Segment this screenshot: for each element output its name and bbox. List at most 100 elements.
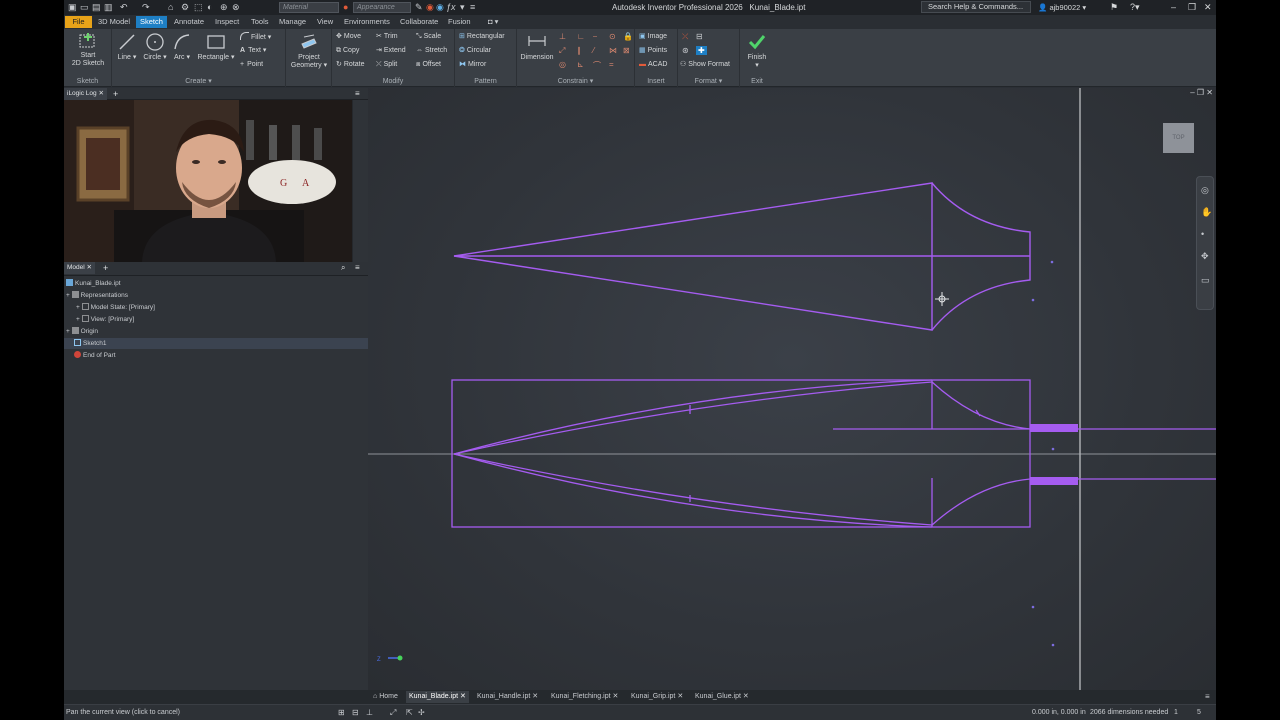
appearance-icon[interactable]: ● [343, 2, 348, 12]
parallel-icon[interactable]: ∥ [577, 46, 581, 55]
zoom-icon[interactable]: • [1201, 229, 1204, 239]
tab-tools[interactable]: Tools [247, 16, 273, 28]
update-icon[interactable]: ⚙ [181, 2, 189, 13]
graphics-window[interactable]: Z – ❐ ✕ TOP ◎ ✋ • ✥ ▭ [368, 88, 1216, 690]
sketch-canvas[interactable]: Z [368, 88, 1216, 690]
cancel-icon[interactable]: ⊗ [232, 2, 240, 13]
center-point-icon[interactable]: ⊛ [682, 46, 689, 55]
add-tab-icon[interactable]: + [110, 88, 121, 100]
tab-file[interactable]: File [65, 16, 92, 28]
tab-environments[interactable]: Environments [340, 16, 394, 28]
image-button[interactable]: ▣ Image [639, 32, 667, 42]
move-button[interactable]: ✥ Move [336, 32, 361, 42]
tree-item-end-of-part[interactable]: End of Part [64, 350, 368, 361]
stretch-button[interactable]: ⇔ Stretch [416, 46, 447, 56]
clear-override-icon[interactable]: ✎ [415, 2, 423, 13]
tree-item-sketch1[interactable]: Sketch1 [64, 338, 368, 349]
doc-tab-kunai-fletching[interactable]: Kunai_Fletching.ipt ✕ [548, 691, 621, 703]
point-button[interactable]: + Point [240, 60, 263, 70]
close-icon[interactable]: ✕ [1204, 2, 1212, 13]
tab-3d-model[interactable]: 3D Model [94, 16, 134, 28]
trim-button[interactable]: ✂ Trim [376, 32, 398, 42]
dimension-button[interactable]: Dimension [519, 32, 555, 62]
finish-sketch-button[interactable]: Finish ▾ [744, 32, 770, 70]
split-button[interactable]: ⤫ Split [376, 60, 397, 70]
restore-icon[interactable]: ❐ [1188, 2, 1196, 13]
close-icon[interactable]: ✕ [613, 693, 619, 700]
horizontal-icon[interactable]: ⎯ [593, 32, 597, 42]
perpendicular-icon[interactable]: ⊾ [577, 60, 584, 69]
add-tab-icon[interactable]: + [100, 262, 111, 274]
tangent-icon[interactable]: ⌒ [593, 60, 601, 71]
driven-dimension-icon[interactable]: ✚ [696, 46, 707, 55]
adjust-icon[interactable]: ◉ [426, 2, 434, 13]
fix-icon[interactable]: ∟ [577, 32, 585, 41]
circle-button[interactable]: Circle ▾ [142, 32, 168, 62]
open-icon[interactable]: ▤ [92, 2, 101, 13]
status-pin-icon[interactable]: ✢ [418, 708, 425, 717]
extend-button[interactable]: ⇥ Extend [376, 46, 406, 56]
status-infer-icon[interactable]: ⤢ [390, 708, 396, 718]
construction-icon[interactable]: ⤫ [682, 32, 688, 42]
tab-manage[interactable]: Manage [275, 16, 310, 28]
arc-button[interactable]: Arc ▾ [172, 32, 192, 62]
status-grid-icon[interactable]: ⊞ [338, 708, 345, 717]
close-icon[interactable]: ✕ [98, 90, 103, 97]
status-constraint-icon[interactable]: ⊥ [366, 708, 373, 717]
steering-wheel-icon[interactable]: ◎ [1201, 185, 1209, 196]
doc-tab-kunai-glue[interactable]: Kunai_Glue.ipt ✕ [692, 691, 752, 703]
project-geometry-button[interactable]: Project Geometry ▾ [288, 32, 330, 70]
new-icon[interactable]: ▭ [80, 2, 89, 13]
tree-item-origin[interactable]: + Origin [64, 326, 368, 337]
redo-icon[interactable]: ↷ [142, 2, 150, 13]
collinear-icon[interactable]: ⤢ [559, 46, 565, 56]
status-select-icon[interactable]: ⇱ [406, 708, 413, 717]
close-icon[interactable]: ✕ [743, 693, 749, 700]
doc-tab-kunai-grip[interactable]: Kunai_Grip.ipt ✕ [628, 691, 686, 703]
rectangle-button[interactable]: Rectangle ▾ [196, 32, 236, 62]
browser-menu-icon[interactable]: ≡ [352, 262, 363, 274]
vertical-icon[interactable]: ⁄ [593, 46, 594, 55]
concentric-icon[interactable]: ◎ [559, 60, 566, 69]
help-search-input[interactable]: Search Help & Commands... [921, 1, 1031, 13]
tree-item-part[interactable]: Kunai_Blade.ipt [64, 278, 368, 289]
material-combo[interactable]: Material [279, 2, 339, 13]
lock-icon[interactable]: 🔒 [623, 32, 633, 41]
close-icon[interactable]: ✕ [677, 693, 683, 700]
line-button[interactable]: Line ▾ [116, 32, 138, 62]
viewcube[interactable]: TOP [1163, 123, 1194, 153]
save-icon[interactable]: ▥ [104, 2, 113, 13]
doc-tab-kunai-handle[interactable]: Kunai_Handle.ipt ✕ [474, 691, 541, 703]
viewport-restore-icon[interactable]: ❐ [1197, 88, 1204, 97]
close-icon[interactable]: ✕ [87, 264, 92, 271]
points-button[interactable]: ▦ Points [639, 46, 667, 56]
rotate-button[interactable]: ↻ Rotate [336, 60, 365, 70]
smooth-icon[interactable]: ⊙ [609, 32, 616, 41]
orbit-icon[interactable]: ✥ [1201, 251, 1209, 262]
tree-item-representations[interactable]: + Representations [64, 290, 368, 301]
panel-menu-icon[interactable]: ≡ [352, 88, 363, 100]
home-tab[interactable]: ⌂ Home [370, 691, 401, 703]
tabs-menu-icon[interactable]: ≡ [1202, 691, 1213, 703]
tree-item-model-state[interactable]: + Model State: [Primary] [64, 302, 368, 313]
viewport-close-icon[interactable]: ✕ [1206, 88, 1213, 97]
quick-access-dropdown-icon[interactable]: ≡ [470, 2, 475, 12]
tab-ilogic-log[interactable]: iLogic Log ✕ [64, 88, 107, 100]
lower-blade-profile[interactable] [451, 379, 1216, 528]
upper-blade-profile[interactable] [453, 182, 1031, 331]
color-icon[interactable]: ◐ [207, 2, 212, 12]
tab-sketch[interactable]: Sketch [136, 16, 167, 28]
doc-tab-kunai-blade[interactable]: Kunai_Blade.ipt ✕ [406, 691, 469, 703]
equal-icon[interactable]: = [609, 60, 614, 69]
circular-pattern-button[interactable]: ❂ Circular [459, 46, 491, 56]
rectangular-pattern-button[interactable]: ⊞ Rectangular [459, 32, 505, 42]
pan-hand-icon[interactable]: ✋ [1201, 207, 1212, 218]
centerline-icon[interactable]: ⊟ [696, 32, 703, 41]
minimize-icon[interactable]: – [1171, 2, 1176, 12]
fillet-button[interactable]: Fillet ▾ [240, 32, 271, 43]
close-icon[interactable]: ✕ [460, 693, 466, 700]
panel-options-icon[interactable]: ◘ ▾ [484, 16, 502, 28]
select-icon[interactable]: ⬚ [194, 2, 203, 13]
tab-fusion[interactable]: Fusion [444, 16, 475, 28]
tab-annotate[interactable]: Annotate [170, 16, 208, 28]
